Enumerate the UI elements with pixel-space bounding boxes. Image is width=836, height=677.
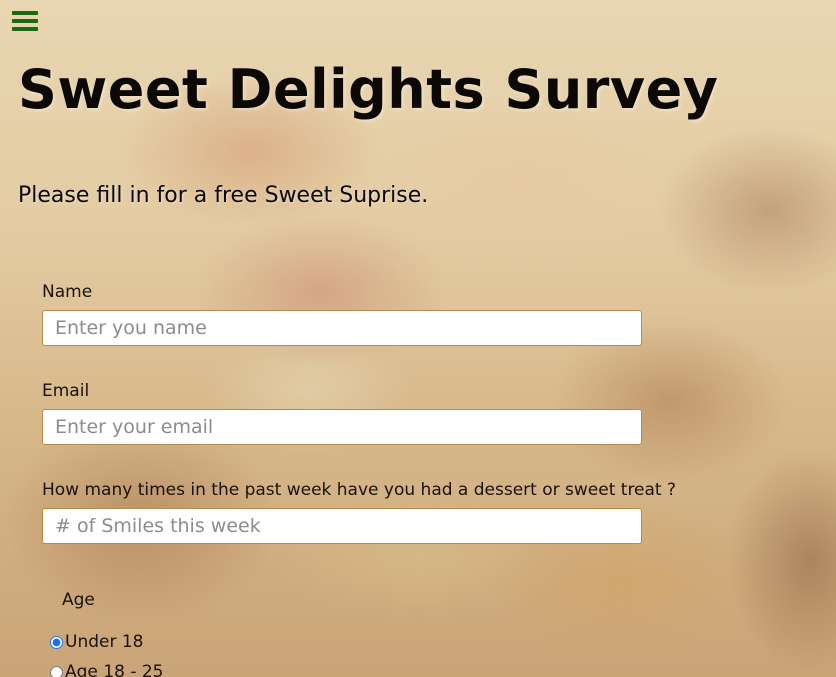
- menu-bar-middle: [12, 19, 38, 23]
- menu-bar-bottom: [12, 27, 38, 31]
- page-subtitle: Please fill in for a free Sweet Suprise.: [18, 183, 429, 208]
- name-field-group: Name: [42, 282, 642, 346]
- page-title: Sweet Delights Survey: [18, 58, 719, 121]
- name-input[interactable]: [42, 310, 642, 346]
- age-radio-under-18[interactable]: [50, 635, 63, 649]
- smiles-label: How many times in the past week have you…: [42, 480, 677, 500]
- age-option-label: Age 18 - 25: [65, 662, 164, 677]
- age-option-18-25[interactable]: Age 18 - 25: [50, 662, 164, 677]
- age-option-under-18[interactable]: Under 18: [50, 632, 144, 652]
- email-input[interactable]: [42, 409, 642, 445]
- hamburger-menu-icon[interactable]: [12, 11, 38, 33]
- menu-bar-top: [12, 11, 38, 15]
- age-radio-18-25[interactable]: [50, 665, 63, 677]
- email-label: Email: [42, 381, 90, 401]
- age-label: Age: [62, 590, 95, 610]
- email-field-group: Email: [42, 381, 642, 445]
- age-option-label: Under 18: [65, 632, 144, 652]
- name-label: Name: [42, 282, 93, 302]
- smiles-field-group: How many times in the past week have you…: [42, 480, 676, 544]
- smiles-input[interactable]: [42, 508, 642, 544]
- age-radio-group: Age Under 18 Age 18 - 25: [50, 590, 164, 677]
